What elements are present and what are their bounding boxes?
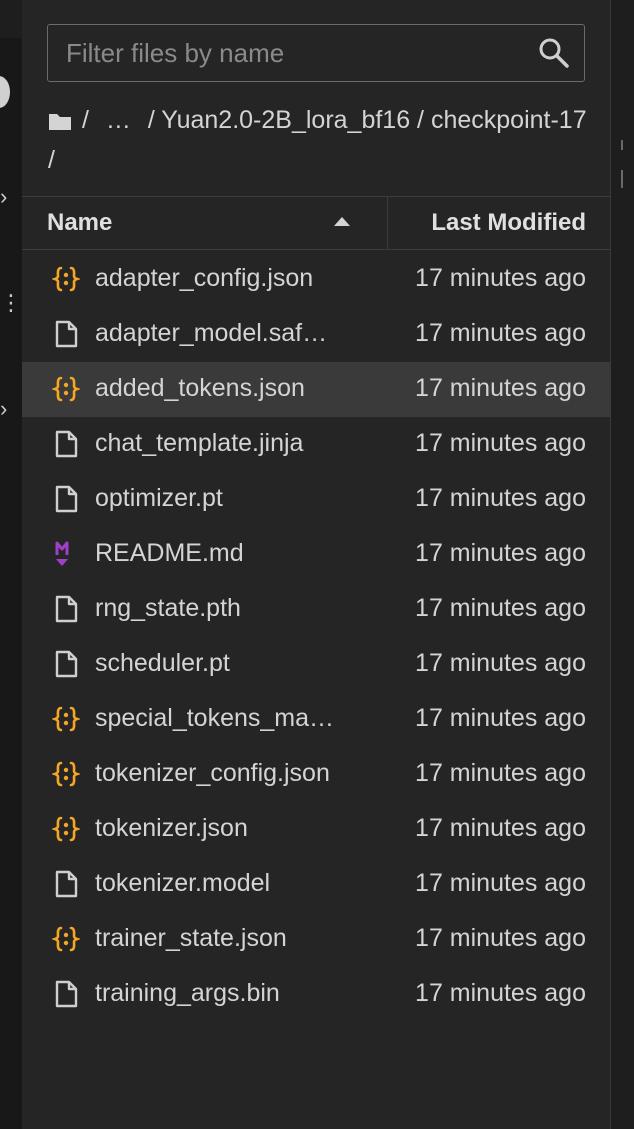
file-row[interactable]: training_args.bin 17 minutes ago — [22, 967, 610, 1022]
file-icon — [52, 650, 80, 678]
column-divider[interactable] — [387, 197, 388, 249]
json-icon — [50, 265, 82, 293]
file-row[interactable]: adapter_config.json 17 minutes ago — [22, 252, 610, 307]
file-modified: 17 minutes ago — [415, 429, 586, 457]
file-modified: 17 minutes ago — [415, 484, 586, 512]
file-row[interactable]: README.md 17 minutes ago — [22, 527, 610, 582]
sort-ascending-icon[interactable] — [332, 215, 352, 227]
edge-mark — [621, 140, 623, 150]
filter-input[interactable] — [48, 36, 534, 70]
file-name: scheduler.pt — [95, 649, 230, 677]
file-name: tokenizer.json — [95, 814, 248, 842]
file-row[interactable]: added_tokens.json 17 minutes ago — [22, 362, 610, 417]
edge-mark — [621, 170, 623, 188]
file-name: special_tokens_ma… — [95, 704, 335, 732]
breadcrumb: / … / Yuan2.0-2B_lora_bf16 / checkpoint-… — [48, 100, 588, 180]
search-icon[interactable] — [534, 33, 574, 73]
file-modified: 17 minutes ago — [415, 539, 586, 567]
file-modified: 17 minutes ago — [415, 319, 586, 347]
file-row[interactable]: adapter_model.saf… 17 minutes ago — [22, 307, 610, 362]
json-icon — [50, 760, 82, 788]
file-icon — [52, 870, 80, 898]
file-row[interactable]: special_tokens_ma… 17 minutes ago — [22, 692, 610, 747]
column-header-name[interactable]: Name — [47, 209, 112, 237]
json-icon — [50, 815, 82, 843]
file-modified: 17 minutes ago — [415, 869, 586, 897]
file-row[interactable]: tokenizer.model 17 minutes ago — [22, 857, 610, 912]
file-list: adapter_config.json 17 minutes ago adapter… — [22, 252, 610, 1022]
file-row[interactable]: tokenizer.json 17 minutes ago — [22, 802, 610, 857]
breadcrumb-root[interactable]: / — [82, 106, 89, 134]
file-name: training_args.bin — [95, 979, 280, 1007]
file-list-header: Name Last Modified — [22, 196, 610, 250]
file-name: optimizer.pt — [95, 484, 223, 512]
json-icon — [50, 705, 82, 733]
list-icon[interactable]: ⋮ — [0, 292, 22, 314]
column-header-modified[interactable]: Last Modified — [431, 209, 586, 237]
chevron-right-icon[interactable]: › — [0, 186, 7, 208]
file-modified: 17 minutes ago — [415, 649, 586, 677]
file-modified: 17 minutes ago — [415, 374, 586, 402]
activity-bar: › ⋮ › — [0, 0, 22, 1129]
filter-box — [47, 24, 585, 82]
file-name: adapter_config.json — [95, 264, 314, 292]
file-name: rng_state.pth — [95, 594, 241, 622]
file-name: tokenizer_config.json — [95, 759, 330, 787]
file-icon — [52, 595, 80, 623]
file-name: added_tokens.json — [95, 374, 305, 402]
json-icon — [50, 925, 82, 953]
file-icon — [52, 485, 80, 513]
file-name: adapter_model.saf… — [95, 319, 328, 347]
file-modified: 17 minutes ago — [415, 264, 586, 292]
file-icon — [52, 320, 80, 348]
file-modified: 17 minutes ago — [415, 979, 586, 1007]
file-name: trainer_state.json — [95, 924, 287, 952]
file-row[interactable]: tokenizer_config.json 17 minutes ago — [22, 747, 610, 802]
file-row[interactable]: trainer_state.json 17 minutes ago — [22, 912, 610, 967]
breadcrumb-ellipsis[interactable]: … — [106, 106, 131, 134]
file-icon — [52, 980, 80, 1008]
file-modified: 17 minutes ago — [415, 594, 586, 622]
file-row[interactable]: optimizer.pt 17 minutes ago — [22, 472, 610, 527]
activity-bar-top — [0, 0, 22, 38]
file-browser-panel: / … / Yuan2.0-2B_lora_bf16 / checkpoint-… — [22, 0, 611, 1129]
file-row[interactable]: chat_template.jinja 17 minutes ago — [22, 417, 610, 472]
json-icon — [50, 375, 82, 403]
folder-icon[interactable] — [48, 111, 72, 131]
editor-edge — [611, 0, 634, 1129]
file-name: chat_template.jinja — [95, 429, 304, 457]
account-icon[interactable] — [0, 76, 10, 108]
expand-icon[interactable]: › — [0, 398, 7, 420]
markdown-icon — [52, 540, 80, 568]
file-icon — [52, 430, 80, 458]
file-modified: 17 minutes ago — [415, 759, 586, 787]
file-modified: 17 minutes ago — [415, 924, 586, 952]
file-row[interactable]: scheduler.pt 17 minutes ago — [22, 637, 610, 692]
file-modified: 17 minutes ago — [415, 704, 586, 732]
file-modified: 17 minutes ago — [415, 814, 586, 842]
file-name: README.md — [95, 539, 244, 567]
file-name: tokenizer.model — [95, 869, 271, 897]
file-row[interactable]: rng_state.pth 17 minutes ago — [22, 582, 610, 637]
